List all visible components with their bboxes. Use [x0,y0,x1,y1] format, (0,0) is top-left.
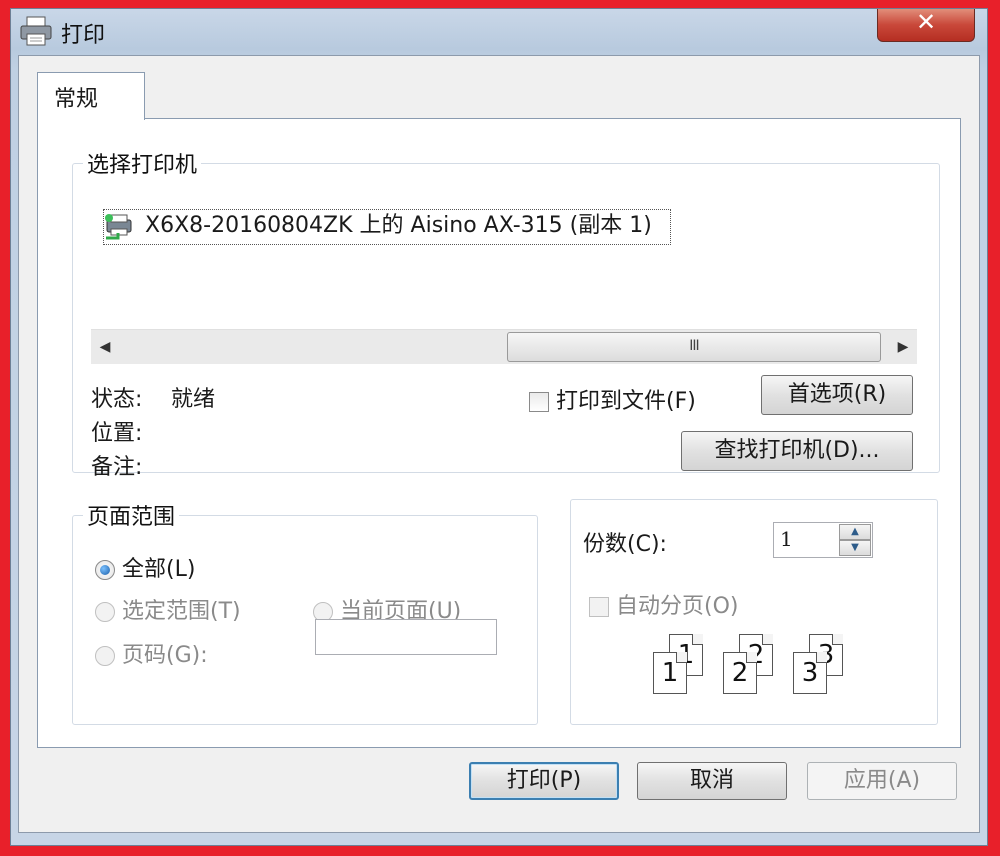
close-button[interactable]: ✕ [877,8,975,42]
spin-down-icon[interactable]: ▼ [839,540,871,556]
location-label: 位置: [91,421,143,446]
printer-icon [20,16,52,46]
dialog-client-area: 常规 选择打印机 X6X8-20160804ZK 上的 Aisino AX-31… [18,55,980,833]
select-printer-group: 选择打印机 X6X8-20160804ZK 上的 Aisino AX-315 (… [72,147,940,480]
collate-checkbox[interactable] [589,597,609,617]
page-range-group: 页面范围 全部(L) 选定范围(T) 当前页面(U) 页码(G): [72,499,538,725]
range-pages-label: 页码(G): [122,643,208,668]
print-button[interactable]: 打印(P) [469,762,619,800]
comment-label: 备注: [91,455,143,480]
copies-group: 份数(C): 1 ▲ ▼ 自动分页(O) 1 1 2 2 [570,499,938,725]
close-icon: ✕ [915,8,937,36]
range-selection-radio[interactable] [95,602,115,622]
range-all-label: 全部(L) [122,557,196,582]
general-tab-panel: 选择打印机 X6X8-20160804ZK 上的 Aisino AX-315 (… [37,118,961,748]
title-bar: 打印 ✕ [11,9,987,55]
collate-illustration-1: 1 1 [653,634,705,696]
range-all-radio[interactable] [95,560,115,580]
scrollbar-thumb[interactable]: III [507,332,881,362]
collate-page-front: 2 [723,652,757,694]
status-value: 就绪 [171,387,216,412]
range-pages-option[interactable]: 页码(G): [95,637,208,669]
scroll-right-icon[interactable]: ▶ [889,330,917,364]
preferences-button[interactable]: 首选项(R) [761,375,913,415]
network-printer-icon [105,214,132,240]
printer-name: X6X8-20160804ZK 上的 Aisino AX-315 (副本 1) [145,213,652,238]
printer-list-scrollbar[interactable]: ◀ III ▶ [91,329,917,364]
range-all-option[interactable]: 全部(L) [95,551,195,583]
range-selection-option[interactable]: 选定范围(T) [95,593,241,625]
print-to-file-checkbox[interactable] [529,392,549,412]
print-to-file-option[interactable]: 打印到文件(F) [529,383,696,415]
status-label: 状态: [91,387,143,412]
range-pages-radio[interactable] [95,646,115,666]
range-selection-label: 选定范围(T) [122,599,241,624]
collate-label: 自动分页(O) [616,594,739,619]
copies-label: 份数(C): [583,532,667,557]
printer-list-item[interactable]: X6X8-20160804ZK 上的 Aisino AX-315 (副本 1) [103,209,671,245]
spin-up-icon[interactable]: ▲ [839,524,871,540]
collate-illustration-2: 2 2 [723,634,775,696]
print-to-file-label: 打印到文件(F) [556,389,696,414]
scroll-left-icon[interactable]: ◀ [91,330,119,364]
tab-general[interactable]: 常规 [37,72,145,120]
copies-value: 1 [780,527,793,551]
collate-option[interactable]: 自动分页(O) [589,588,738,620]
find-printer-button[interactable]: 查找打印机(D)... [681,431,913,471]
apply-button[interactable]: 应用(A) [807,762,957,800]
select-printer-legend: 选择打印机 [87,153,198,178]
print-dialog-window: 打印 ✕ 常规 选择打印机 X6X8-20160804ZK 上的 Aisino … [10,8,988,846]
copies-spinner[interactable]: 1 ▲ ▼ [773,522,873,558]
pages-input[interactable] [315,619,497,655]
collate-page-front: 3 [793,652,827,694]
cancel-button[interactable]: 取消 [637,762,787,800]
collate-page-front: 1 [653,652,687,694]
page-range-legend: 页面范围 [87,505,176,530]
window-title: 打印 [61,23,106,48]
collate-illustration-3: 3 3 [793,634,845,696]
